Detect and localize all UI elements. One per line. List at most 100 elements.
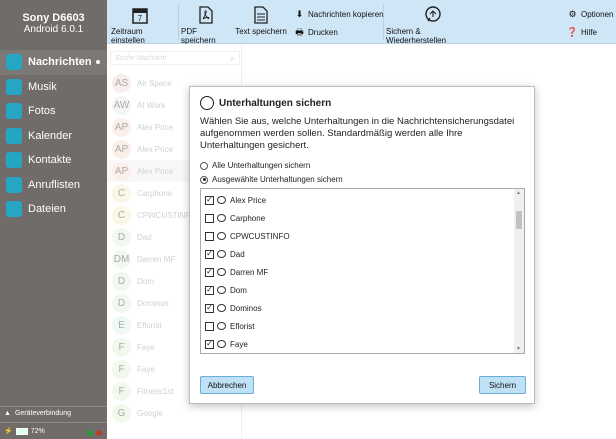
battery-status: ⚡ 72% xyxy=(0,422,107,439)
files-icon xyxy=(6,201,22,218)
checklist-item[interactable]: Carphone xyxy=(205,211,265,225)
date-range-label: Zeitraum einstellen xyxy=(111,27,145,45)
checkbox[interactable]: ✓ xyxy=(205,339,214,349)
print-button[interactable]: 🖶 Drucken xyxy=(294,27,338,38)
checklist-item-label: Dad xyxy=(230,249,245,259)
sidebar-item-label: Fotos xyxy=(28,105,56,118)
save-pdf-button[interactable]: PDF speichern xyxy=(181,0,231,45)
checkbox[interactable]: ✓ xyxy=(205,285,214,295)
checklist-item-label: Darren MF xyxy=(230,267,269,277)
svg-text:7: 7 xyxy=(138,14,143,23)
copy-messages-button[interactable]: ⬇ Nachrichten kopieren xyxy=(294,9,384,20)
checklist-item[interactable]: ✓ Faye xyxy=(205,337,248,351)
checklist-item[interactable]: ✓ Dad xyxy=(205,247,245,261)
toolbar-separator xyxy=(178,4,179,40)
text-file-icon xyxy=(252,5,270,25)
checklist-item-label: Eflorist xyxy=(230,321,255,331)
calendar-icon xyxy=(6,127,22,144)
status-led-green xyxy=(87,430,93,436)
sidebar-item-anruflisten[interactable]: Anruflisten xyxy=(0,173,107,198)
pdf-icon xyxy=(197,5,215,25)
scrollbar-thumb[interactable] xyxy=(516,211,522,229)
sidebar-item-kontakte[interactable]: Kontakte xyxy=(0,148,107,173)
options-button[interactable]: ⚙ Optionen xyxy=(567,9,613,20)
sidebar-item-label: Nachrichten xyxy=(28,56,92,69)
scroll-down-icon[interactable]: ▼ xyxy=(516,346,521,352)
device-info: Sony D6603 Android 6.0.1 xyxy=(0,0,107,44)
cancel-button[interactable]: Abbrechen xyxy=(200,376,254,394)
device-name: Sony D6603 xyxy=(22,12,85,24)
save-text-label: Text speichern xyxy=(235,27,287,36)
checkbox[interactable]: ✓ xyxy=(205,195,214,205)
radio-all-label: Alle Unterhaltungen sichern xyxy=(212,161,311,170)
checkbox[interactable] xyxy=(205,231,214,241)
phone-icon xyxy=(6,176,22,193)
radio-selected-conversations[interactable]: Ausgewählte Unterhaltungen sichern xyxy=(200,175,343,184)
dialog-title-text: Unterhaltungen sichern xyxy=(219,97,332,109)
sidebar-item-label: Kalender xyxy=(28,129,73,142)
device-connection[interactable]: ▲ Geräteverbindung xyxy=(0,406,107,420)
dialog-description: Wählen Sie aus, welche Unterhaltungen in… xyxy=(200,116,515,151)
checklist-item-label: Carphone xyxy=(230,213,266,223)
calendar-icon: 7 xyxy=(131,5,149,25)
chat-bubble-icon xyxy=(217,340,226,348)
checklist-item[interactable]: ✓ Dom xyxy=(205,283,247,297)
chat-bubble-icon xyxy=(217,322,226,330)
sidebar-item-nachrichten[interactable]: Nachrichten xyxy=(0,50,107,75)
checkbox[interactable]: ✓ xyxy=(205,267,214,277)
sidebar-item-musik[interactable]: Musik xyxy=(0,75,107,100)
sidebar-item-kalender[interactable]: Kalender xyxy=(0,124,107,149)
chat-icon xyxy=(6,54,22,71)
sidebar-item-fotos[interactable]: Fotos xyxy=(0,99,107,124)
checklist-item-label: Dominos xyxy=(230,303,262,313)
checkbox[interactable]: ✓ xyxy=(205,249,214,259)
connection-icon: ▲ xyxy=(4,410,11,417)
radio-button[interactable] xyxy=(200,175,208,184)
device-os: Android 6.0.1 xyxy=(23,24,84,35)
sidebar-item-label: Anruflisten xyxy=(28,178,80,191)
save-pdf-label: PDF speichern xyxy=(181,27,216,45)
checklist-item[interactable]: ✓ Dominos xyxy=(205,301,262,315)
backup-dialog: Unterhaltungen sichern Wählen Sie aus, w… xyxy=(189,86,535,404)
chat-bubble-icon xyxy=(217,214,226,222)
chat-bubble-icon xyxy=(217,286,226,294)
checklist-item[interactable]: ✓ Darren MF xyxy=(205,265,268,279)
help-button[interactable]: ❓ Hilfe xyxy=(567,27,597,38)
status-led-red xyxy=(96,430,102,436)
checkbox[interactable] xyxy=(205,213,214,223)
scroll-up-icon[interactable]: ▲ xyxy=(516,190,521,196)
checklist-item[interactable]: Eflorist xyxy=(205,319,254,333)
scrollbar[interactable]: ▲ ▼ xyxy=(514,189,524,353)
backup-restore-button[interactable]: Sichern & Wiederherstellen xyxy=(386,0,480,45)
copy-messages-label: Nachrichten kopieren xyxy=(308,10,384,19)
active-indicator xyxy=(96,60,100,64)
charging-icon: ⚡ xyxy=(4,428,13,435)
save-text-button[interactable]: Text speichern xyxy=(234,0,288,36)
save-button[interactable]: Sichern xyxy=(479,376,526,394)
checklist-item[interactable]: CPWCUSTINFO xyxy=(205,229,290,243)
radio-selected-label: Ausgewählte Unterhaltungen sichern xyxy=(212,175,343,184)
backup-chat-icon xyxy=(424,5,442,25)
music-icon xyxy=(6,78,22,95)
download-icon: ⬇ xyxy=(295,9,304,19)
print-label: Drucken xyxy=(308,28,338,37)
date-range-button[interactable]: 7 Zeitraum einstellen xyxy=(111,0,169,45)
printer-icon: 🖶 xyxy=(295,26,304,37)
radio-button[interactable] xyxy=(200,161,208,170)
chat-bubble-icon xyxy=(217,250,226,258)
help-icon: ❓ xyxy=(566,27,579,37)
sidebar-nav: Nachrichten Musik Fotos Kalender Kontakte Anr… xyxy=(0,50,107,222)
dialog-title: Unterhaltungen sichern xyxy=(200,96,331,110)
checklist-item[interactable]: ✓ Alex Price xyxy=(205,193,266,207)
toolbar: 7 Zeitraum einstellen PDF speichern Text… xyxy=(107,0,616,45)
chat-bubble-icon xyxy=(217,232,226,240)
checkbox[interactable] xyxy=(205,321,214,331)
checklist-item-label: Faye xyxy=(230,339,248,349)
conversation-checklist[interactable]: ▲ ▼ ✓ Alex Price Carphone CPWCUSTINFO ✓ Dad ✓ D… xyxy=(200,188,525,354)
radio-all-conversations[interactable]: Alle Unterhaltungen sichern xyxy=(200,161,310,170)
sidebar: Sony D6603 Android 6.0.1 Nachrichten Musi… xyxy=(0,0,107,439)
options-label: Optionen xyxy=(581,10,614,19)
sidebar-item-label: Dateien xyxy=(28,203,66,216)
checkbox[interactable]: ✓ xyxy=(205,303,214,313)
sidebar-item-dateien[interactable]: Dateien xyxy=(0,197,107,222)
